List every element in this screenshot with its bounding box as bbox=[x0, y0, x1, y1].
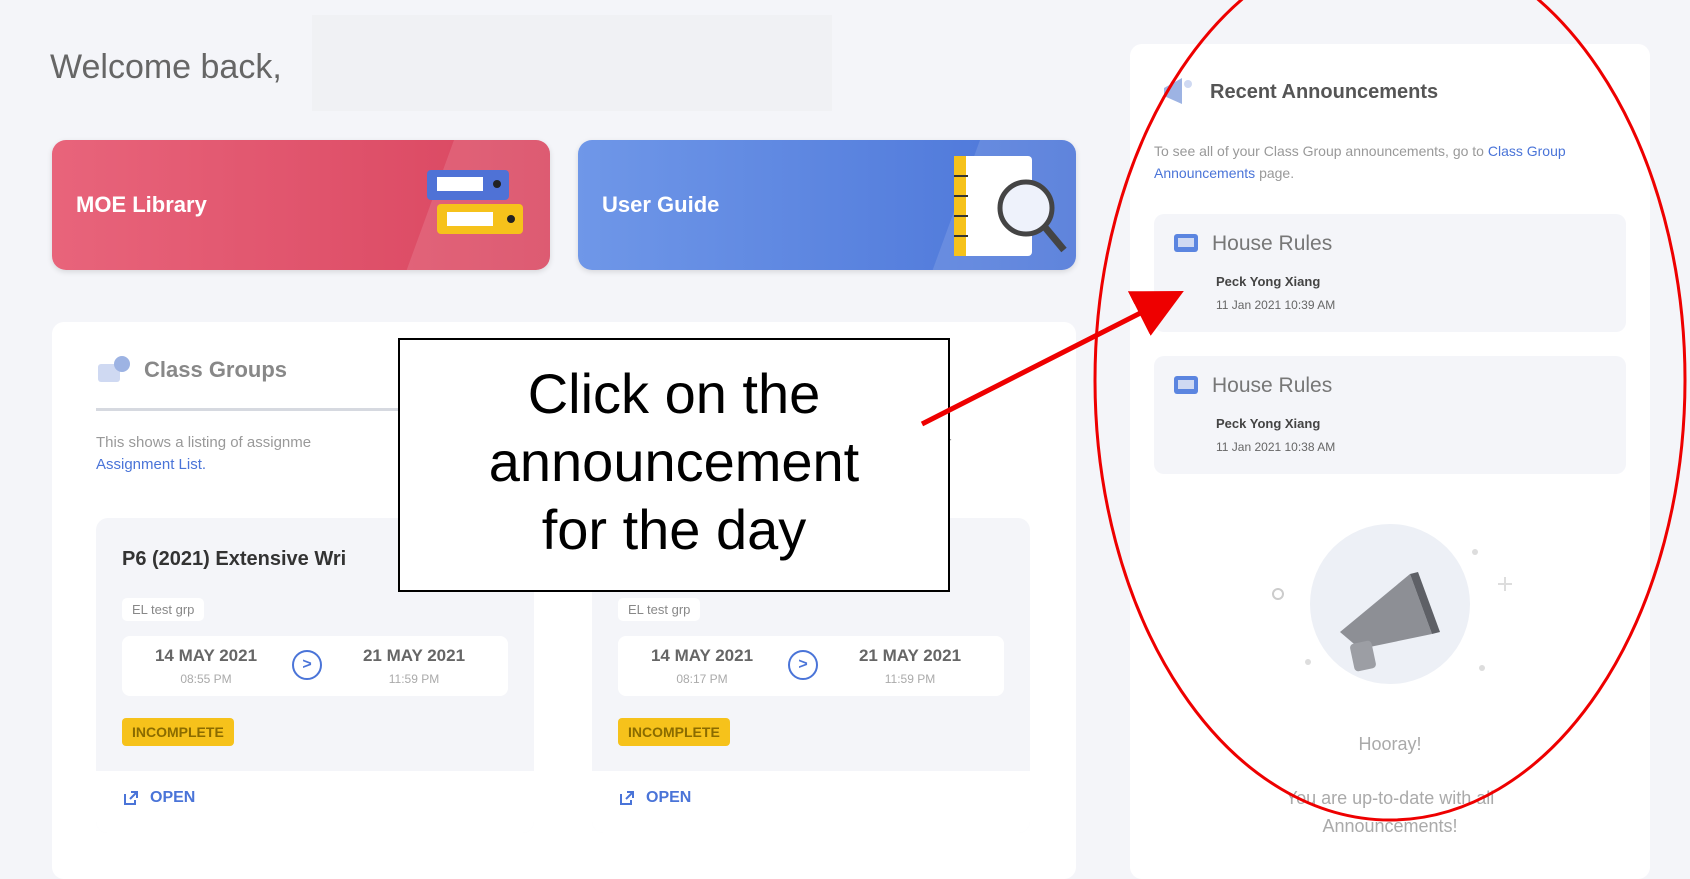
annotation-arrow bbox=[920, 290, 1184, 427]
annotation-ellipse bbox=[1093, 0, 1687, 822]
annotation-overlay bbox=[920, 0, 1687, 822]
